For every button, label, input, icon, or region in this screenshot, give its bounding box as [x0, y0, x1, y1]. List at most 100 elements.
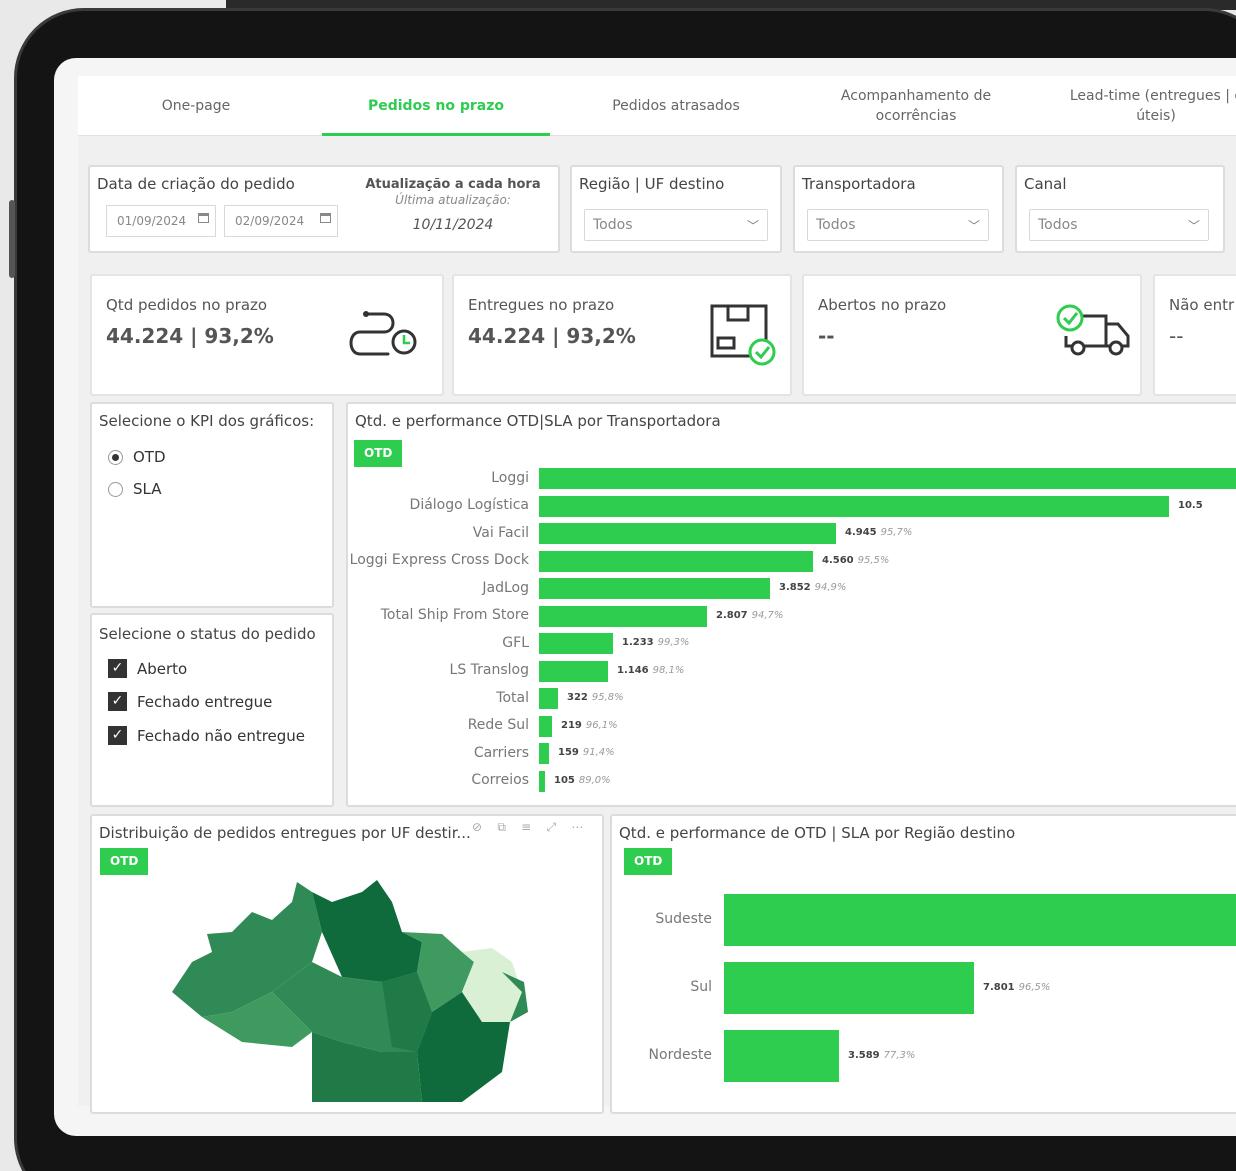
bar[interactable]	[539, 578, 770, 599]
checkbox-checked-icon: ✓	[108, 692, 127, 711]
date-to-value: 02/09/2024	[235, 214, 305, 228]
region-dropdown-value: Todos	[593, 217, 633, 233]
bar-value-label: 159 91,4%	[558, 747, 615, 758]
region-filter-title: Região | UF destino	[579, 175, 725, 193]
bar-category-label: Sul	[690, 979, 712, 995]
bar-value-label: 219 96,1%	[561, 719, 618, 731]
bar[interactable]	[539, 523, 836, 544]
channel-dropdown-value: Todos	[1038, 217, 1078, 233]
filter-icon[interactable]: ≡	[521, 820, 531, 834]
kpi-value: 44.224 | 93,2%	[468, 324, 636, 348]
bar[interactable]	[724, 1030, 839, 1082]
bar-category-label: Loggi Express Cross Dock	[349, 552, 529, 568]
carrier-dropdown[interactable]: Todos ﹀	[807, 209, 989, 241]
checkbox-label: Aberto	[137, 659, 188, 678]
bar[interactable]	[539, 660, 608, 682]
bar-pct-label: 91,4%	[582, 747, 615, 758]
bar[interactable]	[539, 743, 549, 764]
tab-bar: One-page Pedidos no prazo Pedidos atrasa…	[78, 76, 1236, 136]
bar-category-label: Diálogo Logística	[409, 497, 529, 513]
otd-badge: OTD	[100, 848, 149, 875]
bar-value-label: 1.146 98,1%	[617, 664, 685, 676]
checkbox-aberto[interactable]: ✓ Aberto	[108, 659, 187, 678]
bar[interactable]	[724, 894, 1236, 946]
carrier-chart-card: Qtd. e performance OTD|SLA por Transport…	[346, 402, 1236, 807]
tablet-side-button	[9, 200, 15, 278]
kpi-value: --	[1169, 324, 1184, 348]
calendar-icon	[320, 213, 331, 223]
checkbox-label: Fechado não entregue	[137, 726, 306, 745]
visual-toolbar: ⊘ ⧉ ≡ ⤢ ⋯	[472, 820, 583, 835]
bar-pct-label: 99,3%	[657, 637, 690, 648]
brazil-map	[172, 880, 528, 1102]
kpi-card-nao-entregues: Não entr --	[1153, 274, 1236, 396]
tab-pedidos-atrasados[interactable]: Pedidos atrasados	[558, 76, 794, 136]
bar-category-label: Carriers	[473, 744, 529, 761]
bar-pct-label: 95,7%	[880, 527, 913, 538]
status-selector-card: Selecione o status do pedido ✓ Aberto ✓ …	[90, 613, 334, 807]
bar[interactable]	[539, 495, 1169, 517]
checkbox-checked-icon: ✓	[108, 726, 127, 745]
copy-icon[interactable]: ⧉	[497, 820, 506, 834]
bar-category-label: Total Ship From Store	[380, 607, 529, 623]
bar-category-label: Total	[496, 689, 529, 706]
bar-category-label: Correios	[471, 772, 529, 788]
tab-lead-time[interactable]: Lead-time (entregues | c úteis)	[1038, 76, 1236, 136]
bar-value-label: 105 89,0%	[554, 774, 611, 786]
chevron-down-icon: ﹀	[967, 219, 980, 233]
checkbox-checked-icon: ✓	[108, 659, 127, 678]
tab-acompanhamento-ocorrencias[interactable]: Acompanhamento de ocorrências	[798, 76, 1034, 136]
bar[interactable]	[724, 962, 974, 1014]
bar[interactable]	[539, 715, 552, 737]
bar[interactable]	[539, 550, 813, 572]
region-chart-title: Qtd. e performance de OTD | SLA por Regi…	[619, 824, 1016, 842]
tab-one-page[interactable]: One-page	[78, 76, 314, 136]
bar-pct-label: 94,7%	[751, 609, 784, 621]
map-region-pa[interactable]	[312, 880, 422, 982]
more-options-icon[interactable]: ⋯	[571, 820, 583, 834]
checkbox-fechado-entregue[interactable]: ✓ Fechado entregue	[108, 692, 272, 711]
date-filter-title: Data de criação do pedido	[97, 175, 295, 193]
radio-sla[interactable]: SLA	[108, 480, 161, 498]
region-filter-card: Região | UF destino Todos ﹀	[570, 165, 782, 253]
kpi-label: Qtd pedidos no prazo	[106, 296, 268, 314]
date-to-input[interactable]: 02/09/2024	[224, 205, 338, 237]
bar-category-label: Rede Sul	[467, 717, 529, 733]
bar-value-label: 7.801 96,5%	[983, 981, 1051, 993]
route-clock-icon	[349, 311, 417, 356]
pin-icon[interactable]: ⊘	[472, 820, 482, 834]
bar-value-label: 3.852 94,9%	[779, 582, 847, 593]
bar[interactable]	[539, 633, 613, 654]
bar[interactable]	[539, 770, 545, 792]
chevron-down-icon: ﹀	[746, 219, 759, 233]
otd-badge: OTD	[624, 848, 673, 875]
checkbox-fechado-nao-entregue[interactable]: ✓ Fechado não entregue	[108, 726, 305, 745]
region-dropdown[interactable]: Todos ﹀	[584, 209, 768, 241]
radio-otd[interactable]: OTD	[108, 448, 166, 466]
bar-category-label: Nordeste	[648, 1047, 712, 1063]
tablet-screen: One-page Pedidos no prazo Pedidos atrasa…	[54, 58, 1236, 1136]
bar-pct-label: 98,1%	[652, 664, 685, 676]
bar-pct-label: 96,5%	[1018, 981, 1051, 993]
date-from-input[interactable]: 01/09/2024	[106, 205, 216, 237]
update-title: Atualização a cada hora	[365, 177, 541, 192]
radio-label: OTD	[133, 448, 166, 466]
tab-pedidos-no-prazo[interactable]: Pedidos no prazo	[322, 76, 550, 136]
focus-mode-icon[interactable]: ⤢	[547, 820, 557, 834]
truck-check-icon	[1056, 304, 1130, 356]
region-chart-card: Qtd. e performance de OTD | SLA por Regi…	[610, 814, 1236, 1114]
bar-category-label: Sudeste	[655, 911, 712, 927]
bar[interactable]	[539, 688, 558, 709]
bar[interactable]	[539, 468, 1236, 489]
bar-pct-label: 95,5%	[857, 554, 890, 566]
radio-unselected-icon	[108, 481, 123, 497]
bar[interactable]	[539, 605, 707, 627]
bar-value-label: 4.945 95,7%	[845, 527, 913, 538]
bar-category-label: JadLog	[482, 579, 529, 596]
channel-dropdown[interactable]: Todos ﹀	[1029, 209, 1209, 241]
kpi-card-qtd-no-prazo: Qtd pedidos no prazo 44.224 | 93,2%	[90, 274, 444, 396]
bar-pct-label: 77,3%	[883, 1049, 916, 1061]
kpi-card-abertos-no-prazo: Abertos no prazo --	[802, 274, 1142, 396]
kpi-label: Não entr	[1169, 296, 1235, 314]
update-info: Atualização a cada hora Última atualizaç…	[358, 177, 548, 233]
